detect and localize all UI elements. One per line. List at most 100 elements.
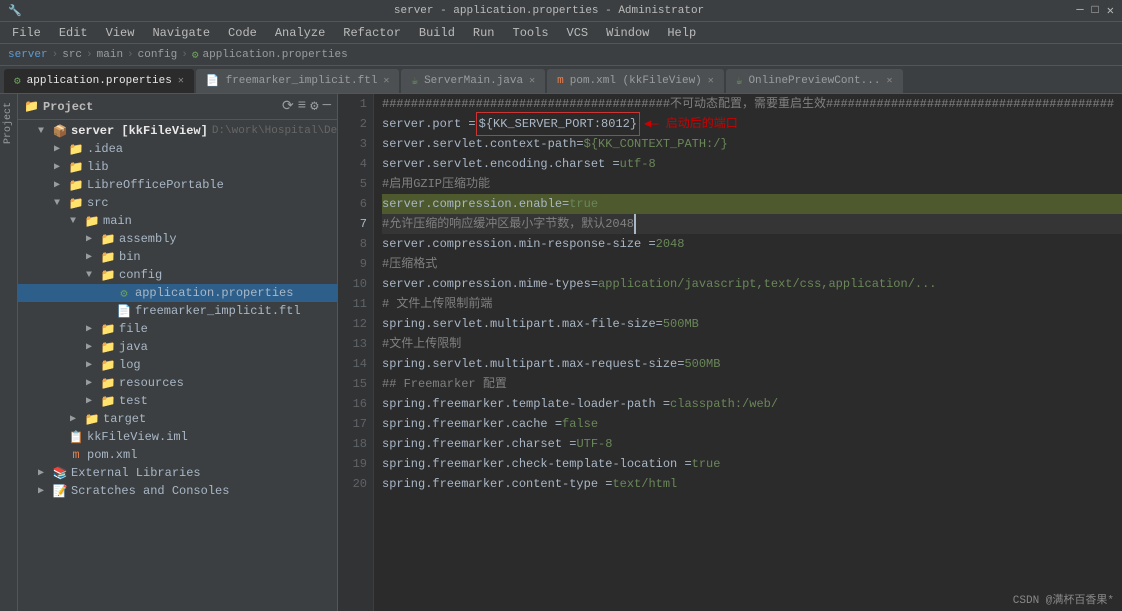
tree-arrow-test: ▶	[86, 395, 100, 407]
tree-label-iml: kkFileView.iml	[87, 430, 188, 444]
maximize-btn[interactable]: □	[1092, 3, 1099, 18]
menu-item-tools[interactable]: Tools	[505, 24, 557, 42]
code-area[interactable]: ########################################…	[374, 94, 1122, 611]
main-layout: Project 📁 Project ⟳ ≡ ⚙ ─ ▼ 📦 server [kk…	[0, 94, 1122, 611]
breadcrumb-server[interactable]: server	[8, 49, 48, 61]
tab-pom-xml[interactable]: m pom.xml (kkFileView) ✕	[547, 69, 724, 93]
tab-props-label: application.properties	[27, 75, 172, 87]
tree-item-ftl[interactable]: 📄 freemarker_implicit.ftl	[18, 302, 337, 320]
tree-item-java[interactable]: ▶ 📁 java	[18, 338, 337, 356]
code-eq-6: =	[562, 194, 569, 214]
tree-label-resources: resources	[119, 376, 184, 390]
breadcrumb: server › src › main › config › ⚙ applica…	[0, 44, 1122, 66]
tree-item-scratches[interactable]: ▶ 📝 Scratches and Consoles	[18, 482, 337, 500]
tree-item-log[interactable]: ▶ 📁 log	[18, 356, 337, 374]
tab-props-close[interactable]: ✕	[178, 75, 184, 87]
tree-item-iml[interactable]: 📋 kkFileView.iml	[18, 428, 337, 446]
tree-arrow-src: ▼	[54, 198, 68, 209]
tab-freemarker-ftl[interactable]: 📄 freemarker_implicit.ftl ✕	[196, 69, 400, 93]
tree-item-server[interactable]: ▼ 📦 server [kkFileView] D:\work\Hospital…	[18, 122, 337, 140]
sidebar-folder-icon: 📁	[24, 99, 39, 114]
tree-arrow-ext: ▶	[38, 467, 52, 479]
line-num-19: 19	[338, 454, 367, 474]
tab-application-properties[interactable]: ⚙ application.properties ✕	[4, 69, 194, 93]
line-num-8: 8	[338, 234, 367, 254]
tree-item-config[interactable]: ▼ 📁 config	[18, 266, 337, 284]
iml-icon: 📋	[68, 430, 84, 445]
menu-item-navigate[interactable]: Navigate	[144, 24, 218, 42]
app-icon: 🔧	[8, 4, 22, 18]
tree-item-app-props[interactable]: ⚙ application.properties	[18, 284, 337, 302]
tree-item-assembly[interactable]: ▶ 📁 assembly	[18, 230, 337, 248]
folder-icon-libre: 📁	[68, 178, 84, 193]
code-line-15: ## Freemarker 配置	[382, 374, 1122, 394]
line-num-15: 15	[338, 374, 367, 394]
code-line-10: server.compression.mime-types=applicatio…	[382, 274, 1122, 294]
menu-item-analyze[interactable]: Analyze	[267, 24, 333, 42]
line-num-1: 1	[338, 94, 367, 114]
menu-item-edit[interactable]: Edit	[51, 24, 96, 42]
tree-item-lib[interactable]: ▶ 📁 lib	[18, 158, 337, 176]
breadcrumb-props[interactable]: application.properties	[203, 49, 348, 61]
menu-item-code[interactable]: Code	[220, 24, 265, 42]
tree-label-assembly: assembly	[119, 232, 177, 246]
code-key-8: server.compression.min-response-size =	[382, 234, 656, 254]
tree-arrow-bin: ▶	[86, 251, 100, 263]
line-num-10: 10	[338, 274, 367, 294]
menu-item-help[interactable]: Help	[659, 24, 704, 42]
code-key-19: spring.freemarker.check-template-locatio…	[382, 454, 692, 474]
tab-ftl-close[interactable]: ✕	[383, 75, 389, 87]
breadcrumb-config[interactable]: config	[138, 49, 178, 61]
menu-bar: FileEditViewNavigateCodeAnalyzeRefactorB…	[0, 22, 1122, 44]
minimize-btn[interactable]: ─	[1076, 3, 1083, 18]
menu-item-refactor[interactable]: Refactor	[335, 24, 409, 42]
breadcrumb-src[interactable]: src	[62, 49, 82, 61]
breadcrumb-main[interactable]: main	[97, 49, 123, 61]
close-btn[interactable]: ✕	[1107, 3, 1114, 18]
tab-online-close[interactable]: ✕	[886, 75, 892, 87]
tab-pom-icon: m	[557, 75, 564, 87]
code-line-9: #压缩格式	[382, 254, 1122, 274]
tab-servermain-java[interactable]: ☕ ServerMain.java ✕	[401, 69, 545, 93]
code-key-6: server.compression.enable	[382, 194, 562, 214]
folder-icon-src: 📁	[68, 196, 84, 211]
tree-item-idea[interactable]: ▶ 📁 .idea	[18, 140, 337, 158]
tree-item-file[interactable]: ▶ 📁 file	[18, 320, 337, 338]
line-num-7: 7	[338, 214, 367, 234]
cursor-7	[634, 214, 636, 234]
menu-item-window[interactable]: Window	[598, 24, 657, 42]
tree-arrow-java: ▶	[86, 341, 100, 353]
tab-pom-close[interactable]: ✕	[708, 75, 714, 87]
tree-item-main[interactable]: ▼ 📁 main	[18, 212, 337, 230]
folder-icon-test: 📁	[100, 394, 116, 409]
tree-item-libre[interactable]: ▶ 📁 LibreOfficePortable	[18, 176, 337, 194]
menu-item-file[interactable]: File	[4, 24, 49, 42]
menu-item-view[interactable]: View	[98, 24, 143, 42]
sidebar-sync-icon[interactable]: ⟳	[282, 98, 294, 115]
tree-item-pom[interactable]: m pom.xml	[18, 446, 337, 464]
code-key-4: server.servlet.encoding.charset =	[382, 154, 620, 174]
tab-online-preview[interactable]: ☕ OnlinePreviewCont... ✕	[726, 69, 903, 93]
left-strip-project-label[interactable]: Project	[3, 98, 14, 148]
menu-item-build[interactable]: Build	[411, 24, 463, 42]
tree-arrow-server: ▼	[38, 126, 52, 137]
code-val-6: true	[569, 194, 598, 214]
tab-java-close[interactable]: ✕	[529, 75, 535, 87]
menu-item-vcs[interactable]: VCS	[559, 24, 597, 42]
code-line-6: server.compression.enable= true	[382, 194, 1122, 214]
tree-item-target[interactable]: ▶ 📁 target	[18, 410, 337, 428]
sidebar-settings-icon[interactable]: ⚙	[310, 98, 318, 115]
sidebar-collapse-icon[interactable]: ≡	[298, 98, 306, 115]
tree-item-bin[interactable]: ▶ 📁 bin	[18, 248, 337, 266]
sidebar-close-icon[interactable]: ─	[323, 98, 331, 115]
tree-item-resources[interactable]: ▶ 📁 resources	[18, 374, 337, 392]
tree-item-ext-libs[interactable]: ▶ 📚 External Libraries	[18, 464, 337, 482]
tree-item-test[interactable]: ▶ 📁 test	[18, 392, 337, 410]
code-line-12: spring.servlet.multipart.max-file-size=5…	[382, 314, 1122, 334]
menu-item-run[interactable]: Run	[465, 24, 503, 42]
title-bar-title: server - application.properties - Admini…	[394, 5, 704, 17]
tree-item-src[interactable]: ▼ 📁 src	[18, 194, 337, 212]
code-val-3: ${KK_CONTEXT_PATH:/}	[584, 134, 728, 154]
line-num-6: 6	[338, 194, 367, 214]
code-key-16: spring.freemarker.template-loader-path =	[382, 394, 670, 414]
